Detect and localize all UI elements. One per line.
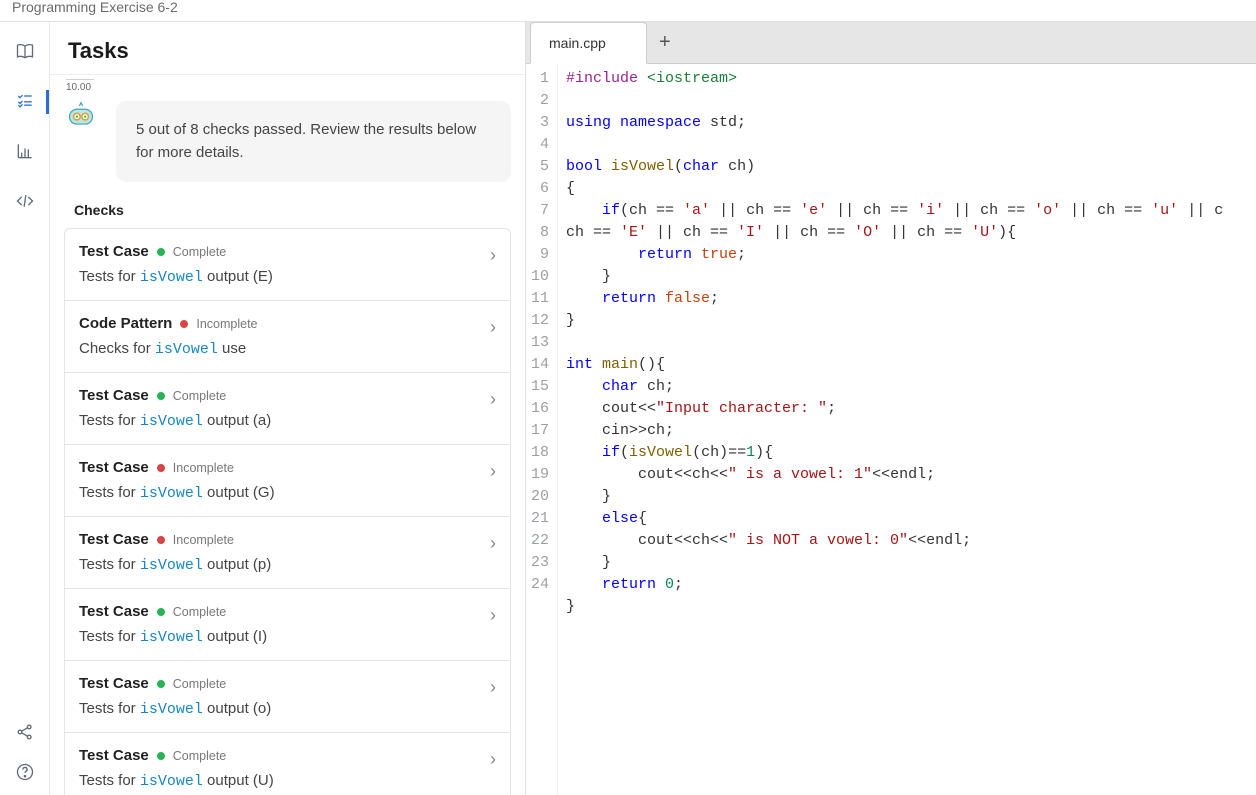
check-item[interactable]: Test Case Complete Tests for isVowel outpu…	[65, 373, 510, 445]
check-title: Test Case	[79, 243, 149, 260]
icon-rail	[0, 22, 50, 795]
chevron-right-icon: ›	[490, 749, 496, 770]
chart-icon[interactable]	[14, 140, 36, 162]
check-status: Complete	[173, 677, 227, 691]
tasks-panel: Tasks 10.00 5 out of 8 checks passed. Re…	[50, 22, 526, 795]
check-title: Test Case	[79, 459, 149, 476]
line-number: 18	[530, 442, 549, 464]
line-number: 6	[530, 178, 549, 200]
check-item[interactable]: Test Case Complete Tests for isVowel outpu…	[65, 229, 510, 301]
chevron-right-icon: ›	[490, 605, 496, 626]
chevron-right-icon: ›	[490, 389, 496, 410]
check-description: Tests for isVowel output (E)	[79, 268, 496, 286]
main-layout: Tasks 10.00 5 out of 8 checks passed. Re…	[0, 22, 1256, 795]
line-number: 15	[530, 376, 549, 398]
check-description: Tests for isVowel output (I)	[79, 628, 496, 646]
line-number: 14	[530, 354, 549, 376]
check-description: Tests for isVowel output (a)	[79, 412, 496, 430]
line-number: 22	[530, 530, 549, 552]
chevron-right-icon: ›	[490, 677, 496, 698]
rail-active-indicator	[46, 90, 49, 114]
line-number: 1	[530, 68, 549, 90]
line-number: 23	[530, 552, 549, 574]
check-list: Test Case Complete Tests for isVowel outpu…	[64, 228, 511, 795]
score-badge: 10.00	[66, 79, 94, 93]
chevron-right-icon: ›	[490, 245, 496, 266]
line-number: 10	[530, 266, 549, 288]
check-item[interactable]: Test Case Complete Tests for isVowel outpu…	[65, 733, 510, 795]
bot-avatar-icon	[64, 101, 98, 129]
tab-bar: main.cpp +	[526, 22, 1256, 64]
check-title: Test Case	[79, 387, 149, 404]
check-status: Complete	[173, 749, 227, 763]
line-number: 4	[530, 134, 549, 156]
check-item[interactable]: Test Case Complete Tests for isVowel outpu…	[65, 589, 510, 661]
tasks-heading: Tasks	[50, 22, 525, 75]
check-item[interactable]: Test Case Complete Tests for isVowel outpu…	[65, 661, 510, 733]
line-number: 2	[530, 90, 549, 112]
check-status: Complete	[173, 389, 227, 403]
line-number: 11	[530, 288, 549, 310]
status-dot-fail-icon	[157, 536, 165, 544]
check-status: Complete	[173, 605, 227, 619]
check-status: Incomplete	[173, 533, 234, 547]
line-number: 16	[530, 398, 549, 420]
bot-feedback: 5 out of 8 checks passed. Review the res…	[64, 101, 511, 182]
status-dot-pass-icon	[157, 248, 165, 256]
line-number: 9	[530, 244, 549, 266]
line-number: 19	[530, 464, 549, 486]
editor-area: main.cpp + 12345678910111213141516171819…	[526, 22, 1256, 795]
add-tab-button[interactable]: +	[647, 21, 683, 63]
check-title: Test Case	[79, 603, 149, 620]
check-status: Incomplete	[173, 461, 234, 475]
code-editor[interactable]: 123456789101112131415161718192021222324 …	[526, 64, 1256, 795]
checklist-icon[interactable]	[14, 90, 36, 112]
status-dot-fail-icon	[180, 320, 188, 328]
status-dot-pass-icon	[157, 392, 165, 400]
check-description: Tests for isVowel output (p)	[79, 556, 496, 574]
line-number: 3	[530, 112, 549, 134]
check-item[interactable]: Test Case Incomplete Tests for isVowel out…	[65, 517, 510, 589]
status-dot-pass-icon	[157, 752, 165, 760]
line-number: 17	[530, 420, 549, 442]
check-description: Tests for isVowel output (G)	[79, 484, 496, 502]
tasks-scroll[interactable]: 10.00 5 out of 8 checks passed. Review t…	[50, 75, 525, 795]
line-number: 20	[530, 486, 549, 508]
line-number: 7	[530, 200, 549, 222]
check-item[interactable]: Code Pattern Incomplete Checks for isVowel…	[65, 301, 510, 373]
chevron-right-icon: ›	[490, 461, 496, 482]
check-status: Complete	[173, 245, 227, 259]
line-number: 12	[530, 310, 549, 332]
line-number: 13	[530, 332, 549, 354]
line-number: 8	[530, 222, 549, 244]
share-icon[interactable]	[14, 721, 36, 743]
check-status: Incomplete	[196, 317, 257, 331]
line-number: 21	[530, 508, 549, 530]
chevron-right-icon: ›	[490, 533, 496, 554]
checks-label: Checks	[74, 202, 511, 218]
book-icon[interactable]	[14, 40, 36, 62]
code-content[interactable]: #include <iostream>using namespace std;b…	[558, 64, 1231, 795]
status-dot-pass-icon	[157, 608, 165, 616]
check-title: Test Case	[79, 747, 149, 764]
check-item[interactable]: Test Case Incomplete Tests for isVowel out…	[65, 445, 510, 517]
check-description: Tests for isVowel output (o)	[79, 700, 496, 718]
check-title: Test Case	[79, 675, 149, 692]
line-number: 5	[530, 156, 549, 178]
code-icon[interactable]	[14, 190, 36, 212]
check-title: Test Case	[79, 531, 149, 548]
status-dot-pass-icon	[157, 680, 165, 688]
file-tab-main[interactable]: main.cpp	[530, 22, 647, 64]
line-number: 24	[530, 574, 549, 596]
help-icon[interactable]	[14, 761, 36, 783]
check-title: Code Pattern	[79, 315, 172, 332]
chevron-right-icon: ›	[490, 317, 496, 338]
check-description: Tests for isVowel output (U)	[79, 772, 496, 790]
bot-message: 5 out of 8 checks passed. Review the res…	[116, 101, 511, 182]
line-gutter: 123456789101112131415161718192021222324	[526, 64, 558, 795]
page-title: Programming Exercise 6-2	[0, 0, 1256, 22]
status-dot-fail-icon	[157, 464, 165, 472]
check-description: Checks for isVowel use	[79, 340, 496, 358]
